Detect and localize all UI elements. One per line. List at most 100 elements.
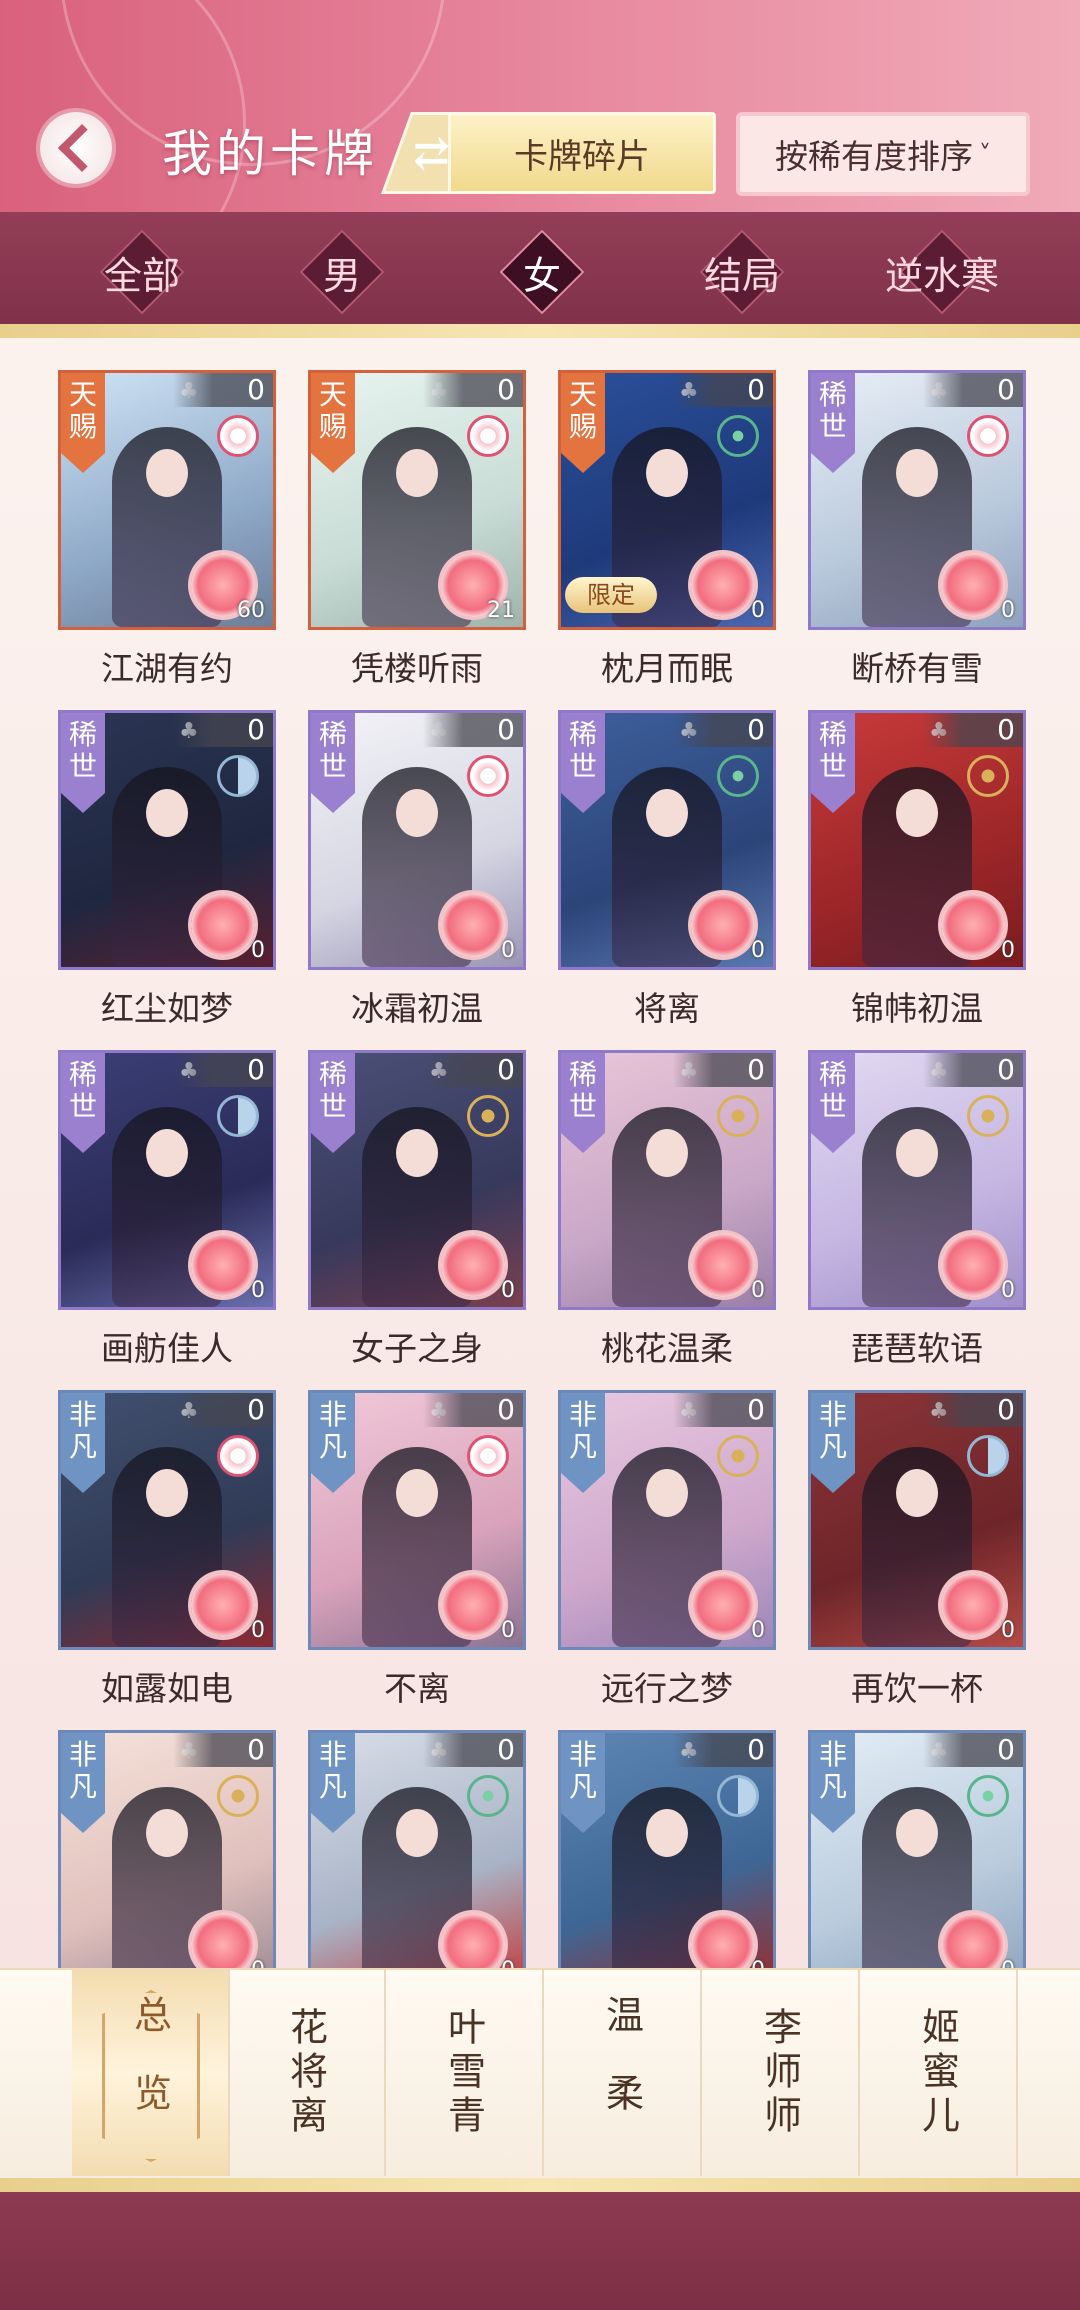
rarity-ribbon: 非凡 <box>61 1393 105 1493</box>
rarity-ribbon: 天赐 <box>311 373 355 473</box>
card[interactable]: 非凡♣00 <box>808 1390 1026 1650</box>
card-name: 画舫佳人 <box>101 1329 233 1368</box>
card[interactable]: 非凡♣00 <box>58 1390 276 1650</box>
nav-tab-label: 姬蜜儿 <box>915 2007 960 2139</box>
flower-badge-icon <box>191 893 255 957</box>
flower-badge-icon <box>191 1913 255 1968</box>
fragment-count: 0 <box>501 1958 515 1968</box>
card[interactable]: 天赐♣021 <box>308 370 526 630</box>
fragment-count: 0 <box>501 938 515 963</box>
hexagon-frame-icon <box>102 1990 200 2162</box>
owned-count: 0 <box>673 713 773 747</box>
fragment-count: 0 <box>751 1278 765 1303</box>
card[interactable]: 稀世♣00 <box>808 710 1026 970</box>
card-name: 将离 <box>634 989 700 1028</box>
flower-badge-icon <box>441 1233 505 1297</box>
card[interactable]: 稀世♣00 <box>58 710 276 970</box>
character-face <box>396 1129 438 1177</box>
owned-count: 0 <box>923 713 1023 747</box>
fragment-count: 60 <box>237 598 265 623</box>
character-face <box>146 449 188 497</box>
flower-badge-icon <box>691 1913 755 1968</box>
card-name: 桃花温柔 <box>601 1329 733 1368</box>
filter-tab-male[interactable]: 男 <box>272 226 412 318</box>
owned-count: 0 <box>673 373 773 407</box>
owned-count: 0 <box>923 1733 1023 1767</box>
fan-icon <box>717 1775 759 1817</box>
flower-badge-icon <box>941 1233 1005 1297</box>
card[interactable]: 稀世♣00 <box>308 1050 526 1310</box>
card[interactable]: 非凡♣00 <box>558 1730 776 1968</box>
owned-count: 0 <box>673 1733 773 1767</box>
owned-count: 0 <box>173 1393 273 1427</box>
card[interactable]: 非凡♣00 <box>58 1730 276 1968</box>
owned-count: 0 <box>923 1393 1023 1427</box>
rarity-ribbon: 天赐 <box>561 373 605 473</box>
rarity-ribbon: 稀世 <box>311 1053 355 1153</box>
flower-badge-icon <box>441 1913 505 1968</box>
swap-arrows-icon: ⇄ <box>412 127 450 179</box>
rarity-ribbon: 稀世 <box>811 373 855 473</box>
character-face <box>146 1469 188 1517</box>
card[interactable]: 天赐♣060 <box>58 370 276 630</box>
fragment-count: 0 <box>1001 1278 1015 1303</box>
coin-icon <box>217 1775 259 1817</box>
back-button[interactable] <box>40 112 112 184</box>
sort-label: 按稀有度排序 <box>775 137 973 176</box>
owned-count: 0 <box>673 1393 773 1427</box>
nav-tab-li-shishi[interactable]: 李师师 <box>702 1970 860 2176</box>
character-face <box>396 789 438 837</box>
card[interactable]: 稀世♣00 <box>808 370 1026 630</box>
filter-tab-female[interactable]: 女 <box>472 226 612 318</box>
page-title: 我的卡牌 <box>162 125 378 183</box>
coin-icon <box>967 1095 1009 1137</box>
filter-tab-ending[interactable]: 结局 <box>672 226 812 318</box>
nav-tab-hua-jiangli[interactable]: 花将离 <box>228 1970 386 2176</box>
leaf-icon <box>717 415 759 457</box>
card-fragments-button[interactable]: 卡牌碎片 <box>448 112 716 194</box>
card[interactable]: 稀世♣00 <box>808 1050 1026 1310</box>
nav-tab-wenrou[interactable]: 温柔 <box>544 1970 702 2176</box>
nav-tab-label: 温柔 <box>599 1995 644 2151</box>
card[interactable]: 稀世♣00 <box>558 1050 776 1310</box>
flower-badge-icon <box>691 1573 755 1637</box>
card-name: 红尘如梦 <box>101 989 233 1028</box>
fragment-count: 0 <box>251 1278 265 1303</box>
card-grid: 天赐♣060江湖有约天赐♣021凭楼听雨天赐♣0限定0枕月而眠稀世♣00断桥有雪… <box>0 338 1080 1968</box>
nav-tab-overview[interactable]: 总览 <box>72 1970 230 2176</box>
card[interactable]: 非凡♣00 <box>308 1730 526 1968</box>
rarity-ribbon: 稀世 <box>811 713 855 813</box>
nav-tab-ji-mier[interactable]: 姬蜜儿 <box>860 1970 1018 2176</box>
card[interactable]: 非凡♣00 <box>558 1390 776 1650</box>
character-face <box>646 1809 688 1857</box>
character-face <box>896 789 938 837</box>
filter-label: 男 <box>322 253 361 298</box>
card-name: 女子之身 <box>351 1329 483 1368</box>
card[interactable]: 非凡♣00 <box>808 1730 1026 1968</box>
card[interactable]: 稀世♣00 <box>558 710 776 970</box>
card-name: 枕月而眠 <box>601 649 733 688</box>
card-name: 凭楼听雨 <box>351 649 483 688</box>
fragment-count: 0 <box>1001 1958 1015 1968</box>
character-face <box>896 1129 938 1177</box>
fragment-count: 21 <box>487 598 515 623</box>
owned-count: 0 <box>173 713 273 747</box>
character-face <box>396 1809 438 1857</box>
sort-dropdown[interactable]: 按稀有度排序 ˅ <box>736 112 1030 196</box>
character-face <box>396 449 438 497</box>
character-face <box>646 1469 688 1517</box>
leaf-icon <box>967 1775 1009 1817</box>
filter-tab-all[interactable]: 全部 <box>72 226 212 318</box>
card[interactable]: 稀世♣00 <box>308 710 526 970</box>
fragment-count: 0 <box>251 938 265 963</box>
nav-tab-ye-xueqing[interactable]: 叶雪青 <box>386 1970 544 2176</box>
card[interactable]: 天赐♣0限定0 <box>558 370 776 630</box>
owned-count: 0 <box>923 1053 1023 1087</box>
rarity-ribbon: 非凡 <box>811 1393 855 1493</box>
owned-count: 0 <box>173 1053 273 1087</box>
leaf-icon <box>717 755 759 797</box>
card[interactable]: 非凡♣00 <box>308 1390 526 1650</box>
filter-label: 逆水寒 <box>884 253 999 298</box>
filter-tab-nishuihan[interactable]: 逆水寒 <box>872 226 1012 318</box>
card[interactable]: 稀世♣00 <box>58 1050 276 1310</box>
